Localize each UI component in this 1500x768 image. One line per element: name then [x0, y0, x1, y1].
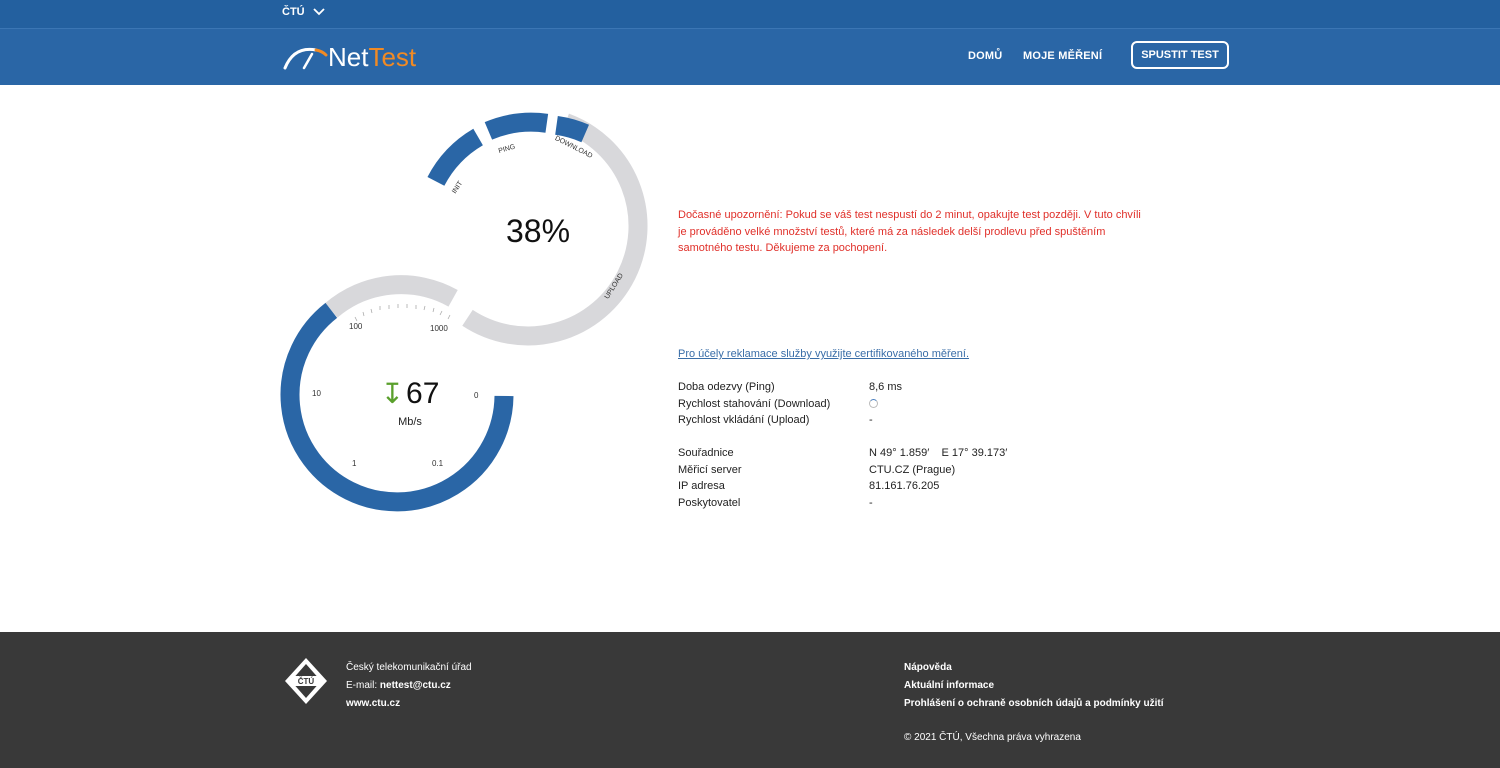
upload-value: - — [869, 414, 873, 426]
ping-label: Doba odezvy (Ping) — [678, 381, 775, 393]
footer-privacy-link[interactable]: Prohlášení o ochraně osobních údajů a po… — [904, 695, 1163, 713]
download-arrow-icon: ↧ — [380, 378, 405, 409]
footer-email-link[interactable]: nettest@ctu.cz — [380, 680, 451, 691]
ping-value: 8,6 ms — [869, 381, 903, 393]
speedometer-logo-icon — [283, 47, 328, 70]
result-row-download: Rychlost stahování (Download) — [678, 396, 1138, 413]
scale-label-0-1: 0.1 — [432, 459, 444, 468]
organization-label: ČTÚ — [282, 6, 305, 18]
progress-download-segment — [554, 115, 589, 143]
temporary-notice: Dočasné upozornění: Pokud se váš test ne… — [678, 209, 1141, 254]
speed-ring-track — [325, 275, 458, 318]
details-table: Souřadnice N 49° 1.859′ E 17° 39.173′ Mě… — [678, 445, 1138, 511]
download-label: Rychlost stahování (Download) — [678, 397, 831, 410]
footer-org-name: Český telekomunikační úřad — [346, 662, 472, 673]
footer-contact: Český telekomunikační úřad E-mail: nette… — [346, 659, 472, 713]
ctu-logo-text: ČTÚ — [298, 677, 315, 686]
speed-unit: Mb/s — [398, 416, 422, 428]
certified-measurement-link[interactable]: Pro účely reklamace služby využijte cert… — [678, 348, 969, 360]
ip-value: 81.161.76.205 — [869, 480, 940, 492]
results-table: Doba odezvy (Ping) 8,6 ms Rychlost staho… — [678, 379, 1138, 429]
logo-test-text: Test — [368, 42, 417, 72]
footer-copyright: © 2021 ČTÚ, Všechna práva vyhrazena — [904, 732, 1081, 743]
ctu-logo-icon[interactable]: ČTÚ — [284, 657, 328, 705]
coordinates-label: Souřadnice — [678, 447, 734, 459]
footer-links: Nápověda Aktuální informace Prohlášení o… — [904, 659, 1163, 713]
footer: ČTÚ Český telekomunikační úřad E-mail: n… — [0, 632, 1500, 768]
nav-my-measurements-link[interactable]: MOJE MĚŘENÍ — [1023, 50, 1102, 62]
detail-row-ip: IP adresa 81.161.76.205 — [678, 478, 1138, 495]
run-test-button[interactable]: SPUSTIT TEST — [1131, 41, 1229, 69]
server-value: CTU.CZ (Prague) — [869, 463, 956, 476]
chevron-down-icon — [312, 8, 325, 16]
result-row-upload: Rychlost vkládání (Upload) - — [678, 412, 1138, 429]
provider-value: - — [869, 496, 873, 509]
speed-scale-ticks — [354, 304, 451, 322]
gauges-area: INIT PING DOWNLOAD UPLOAD 1000 100 10 1 … — [270, 105, 670, 525]
current-speed-value: 67 — [406, 377, 440, 410]
scale-label-10: 10 — [312, 389, 321, 398]
main-navbar: NetTest DOMŮ MOJE MĚŘENÍ SPUSTIT TEST — [0, 28, 1500, 85]
provider-label: Poskytovatel — [678, 496, 741, 509]
loading-spinner-icon — [869, 398, 878, 408]
footer-email-label: E-mail: — [346, 680, 378, 691]
organization-selector[interactable]: ČTÚ — [282, 6, 325, 18]
footer-news-link[interactable]: Aktuální informace — [904, 677, 1163, 695]
gauges-svg: INIT PING DOWNLOAD UPLOAD 1000 100 10 1 … — [280, 112, 648, 512]
phase-label-ping: PING — [498, 144, 516, 155]
phase-label-init: INIT — [451, 180, 464, 196]
detail-row-coordinates: Souřadnice N 49° 1.859′ E 17° 39.173′ — [678, 445, 1138, 462]
nav-home-link[interactable]: DOMŮ — [968, 50, 1002, 62]
server-label: Měřicí server — [678, 463, 742, 476]
footer-email-line: E-mail: nettest@ctu.cz — [346, 677, 472, 695]
scale-label-1000: 1000 — [430, 324, 448, 333]
scale-label-0: 0 — [474, 391, 479, 400]
footer-help-link[interactable]: Nápověda — [904, 659, 1163, 677]
detail-row-provider: Poskytovatel - — [678, 495, 1138, 512]
progress-init-segment — [427, 128, 484, 187]
ip-label: IP adresa — [678, 480, 725, 492]
scale-label-100: 100 — [349, 322, 363, 331]
progress-ping-segment — [484, 112, 549, 140]
upload-label: Rychlost vkládání (Upload) — [678, 414, 810, 426]
result-row-ping: Doba odezvy (Ping) 8,6 ms — [678, 379, 1138, 396]
logo-net-text: Net — [328, 42, 369, 72]
scale-label-1: 1 — [352, 459, 357, 468]
footer-web-link[interactable]: www.ctu.cz — [346, 695, 472, 713]
progress-percent: 38% — [505, 213, 571, 249]
nettest-logo[interactable]: NetTest — [282, 42, 416, 72]
top-bar: ČTÚ — [0, 0, 1500, 28]
detail-row-server: Měřicí server CTU.CZ (Prague) — [678, 462, 1138, 479]
current-speed: ↧ 67 — [360, 377, 460, 411]
coordinates-value: N 49° 1.859′ E 17° 39.173′ — [869, 447, 1008, 459]
